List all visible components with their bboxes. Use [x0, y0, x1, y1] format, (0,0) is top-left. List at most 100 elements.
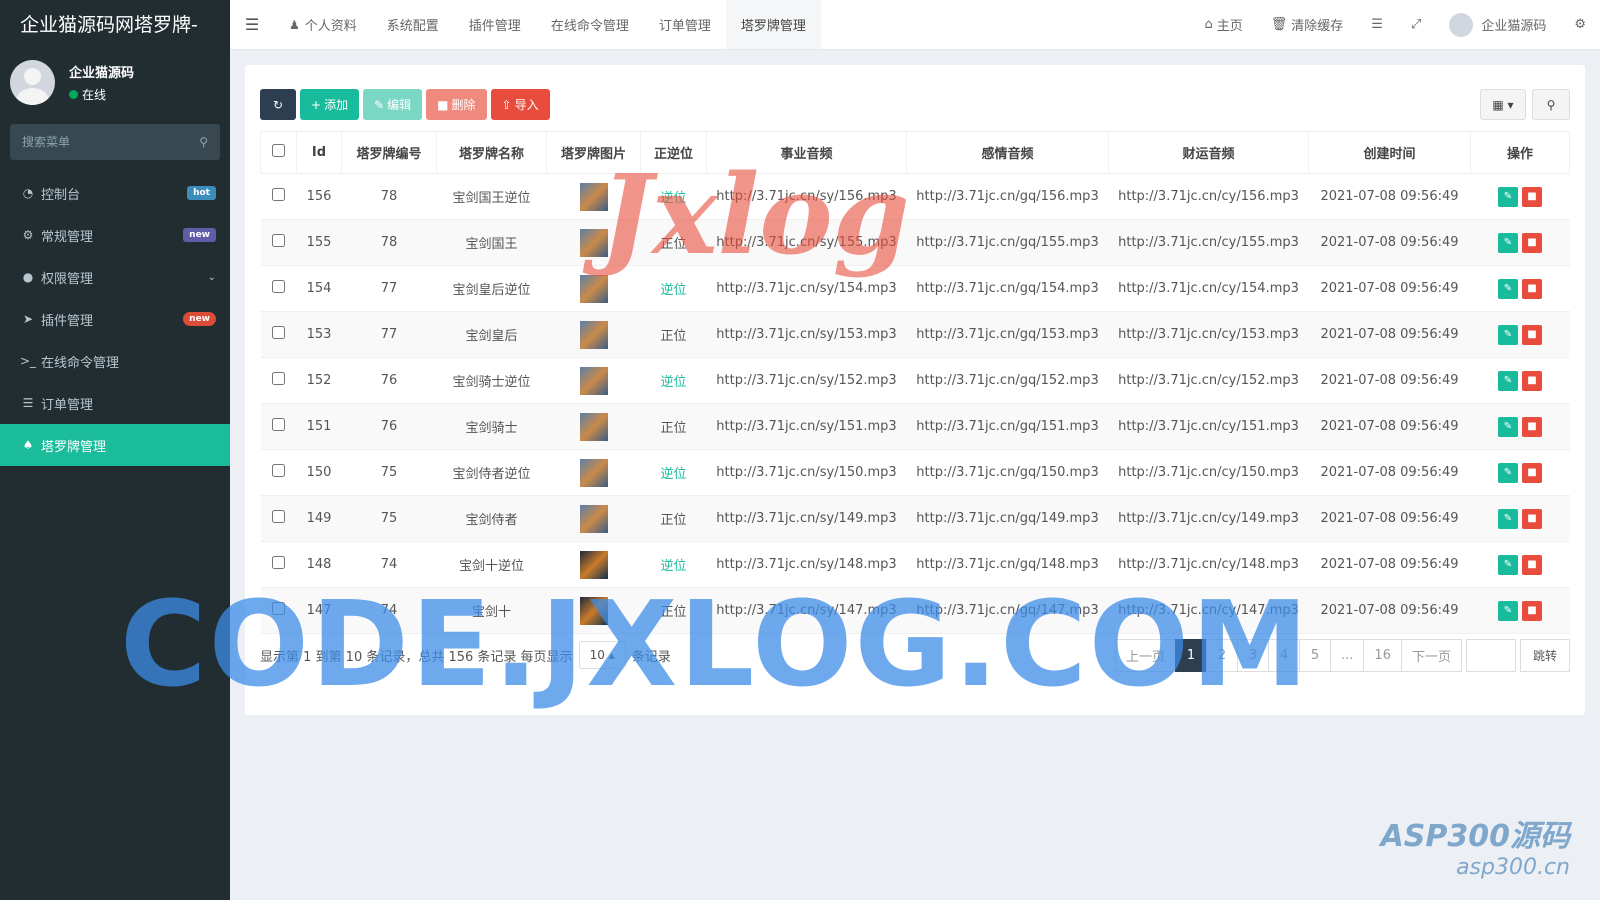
sidebar-item-orders[interactable]: ☰ 订单管理 — [0, 382, 230, 424]
sidebar-item-general[interactable]: ⚙ 常规管理 new — [0, 214, 230, 256]
account-menu[interactable]: 企业猫源码 — [1435, 0, 1560, 49]
row-edit-button[interactable]: ✎ — [1498, 554, 1518, 575]
table-row[interactable]: 150 75 宝剑侍者逆位 逆位 http://3.71jc.cn/sy/150.mp3… — [260, 449, 1570, 496]
next-page-button[interactable]: 下一页 — [1400, 639, 1462, 672]
page-2-button[interactable]: 2 — [1206, 639, 1239, 672]
col-position[interactable]: 正逆位 — [640, 131, 707, 174]
page-5-button[interactable]: 5 — [1299, 639, 1332, 672]
row-delete-button[interactable]: ■ — [1522, 324, 1542, 345]
sidebar-item-tarot[interactable]: ♠ 塔罗牌管理 — [0, 424, 230, 466]
table-row[interactable]: 154 77 宝剑皇后逆位 逆位 http://3.71jc.cn/sy/154.mp3… — [260, 265, 1570, 312]
row-delete-button[interactable]: ■ — [1522, 370, 1542, 391]
row-edit-button[interactable]: ✎ — [1498, 508, 1518, 529]
row-delete-button[interactable]: ■ — [1522, 416, 1542, 437]
tab-command[interactable]: 在线命令管理 — [536, 0, 644, 49]
row-checkbox[interactable] — [272, 418, 285, 431]
card-thumbnail[interactable] — [579, 504, 608, 533]
card-thumbnail[interactable] — [579, 320, 608, 349]
row-checkbox[interactable] — [272, 326, 285, 339]
row-edit-button[interactable]: ✎ — [1498, 462, 1518, 483]
col-name[interactable]: 塔罗牌名称 — [436, 131, 547, 174]
prev-page-button[interactable]: 上一页 — [1115, 639, 1177, 672]
col-number[interactable]: 塔罗牌编号 — [341, 131, 437, 174]
col-id[interactable]: Id — [296, 131, 342, 174]
sidebar-item-addons[interactable]: ➤ 插件管理 new — [0, 298, 230, 340]
card-thumbnail[interactable] — [579, 596, 608, 625]
row-checkbox[interactable] — [272, 188, 285, 201]
table-row[interactable]: 153 77 宝剑皇后 正位 http://3.71jc.cn/sy/153.mp3 ht… — [260, 311, 1570, 358]
page-1-button[interactable]: 1 — [1175, 639, 1208, 672]
row-checkbox[interactable] — [272, 602, 285, 615]
table-row[interactable]: 151 76 宝剑骑士 正位 http://3.71jc.cn/sy/151.mp3 ht… — [260, 403, 1570, 450]
select-all-checkbox[interactable] — [272, 144, 285, 157]
page-3-button[interactable]: 3 — [1237, 639, 1270, 672]
tab-addons[interactable]: 插件管理 — [454, 0, 536, 49]
edit-button[interactable]: ✎ 编辑 — [363, 89, 423, 120]
card-thumbnail[interactable] — [579, 550, 608, 579]
language-icon[interactable]: ☰ — [1357, 0, 1397, 49]
row-checkbox[interactable] — [272, 464, 285, 477]
row-edit-button[interactable]: ✎ — [1498, 278, 1518, 299]
table-row[interactable]: 152 76 宝剑骑士逆位 逆位 http://3.71jc.cn/sy/152.mp3… — [260, 357, 1570, 404]
jump-page-input[interactable] — [1465, 639, 1516, 672]
card-thumbnail[interactable] — [579, 228, 608, 257]
table-row[interactable]: 148 74 宝剑十逆位 逆位 http://3.71jc.cn/sy/148.mp3 h… — [260, 541, 1570, 588]
search-button[interactable]: ⚲ — [1532, 89, 1570, 120]
settings-icon[interactable]: ⚙ — [1560, 0, 1600, 49]
tab-orders[interactable]: 订单管理 — [644, 0, 726, 49]
menu-toggle-icon[interactable]: ☰ — [230, 0, 274, 49]
tab-tarot[interactable]: 塔罗牌管理 — [725, 0, 821, 49]
col-created[interactable]: 创建时间 — [1308, 131, 1471, 174]
page-16-button[interactable]: 16 — [1363, 639, 1402, 672]
search-icon[interactable]: ⚲ — [199, 135, 208, 149]
card-thumbnail[interactable] — [579, 458, 608, 487]
row-edit-button[interactable]: ✎ — [1498, 186, 1518, 207]
jump-button[interactable]: 跳转 — [1519, 639, 1570, 672]
card-thumbnail[interactable] — [579, 182, 608, 211]
table-row[interactable]: 149 75 宝剑侍者 正位 http://3.71jc.cn/sy/149.mp3 ht… — [260, 495, 1570, 542]
delete-button[interactable]: ■ 删除 — [426, 89, 487, 120]
table-row[interactable]: 155 78 宝剑国王 正位 http://3.71jc.cn/sy/155.mp3 ht… — [260, 219, 1570, 266]
tab-profile[interactable]: ♟ 个人资料 — [274, 0, 372, 49]
sidebar-item-command[interactable]: >_ 在线命令管理 — [0, 340, 230, 382]
row-delete-button[interactable]: ■ — [1522, 508, 1542, 529]
table-row[interactable]: 156 78 宝剑国王逆位 逆位 http://3.71jc.cn/sy/156.mp3… — [260, 173, 1570, 220]
card-thumbnail[interactable] — [579, 366, 608, 395]
sidebar-item-dashboard[interactable]: ◔ 控制台 hot — [0, 172, 230, 214]
page-size-dropdown[interactable]: 10 ▴ — [578, 641, 626, 669]
row-delete-button[interactable]: ■ — [1522, 600, 1542, 621]
row-checkbox[interactable] — [272, 556, 285, 569]
col-career-audio[interactable]: 事业音频 — [706, 131, 907, 174]
columns-toggle-button[interactable]: ▦ ▾ — [1480, 89, 1526, 120]
brand-title[interactable]: 企业猫源码网塔罗牌- — [0, 0, 230, 50]
menu-search-input[interactable] — [22, 135, 200, 149]
row-edit-button[interactable]: ✎ — [1498, 370, 1518, 391]
row-checkbox[interactable] — [272, 234, 285, 247]
add-button[interactable]: + 添加 — [300, 89, 360, 120]
import-button[interactable]: ⇧ 导入 — [490, 89, 550, 120]
table-row[interactable]: 147 74 宝剑十 正位 http://3.71jc.cn/sy/147.mp3 htt… — [260, 587, 1570, 634]
row-edit-button[interactable]: ✎ — [1498, 416, 1518, 437]
row-delete-button[interactable]: ■ — [1522, 462, 1542, 483]
row-edit-button[interactable]: ✎ — [1498, 600, 1518, 621]
tab-config[interactable]: 系统配置 — [372, 0, 454, 49]
col-love-audio[interactable]: 感情音频 — [906, 131, 1109, 174]
card-thumbnail[interactable] — [579, 412, 608, 441]
row-checkbox[interactable] — [272, 280, 285, 293]
home-link[interactable]: ⌂ 主页 — [1190, 0, 1256, 49]
row-delete-button[interactable]: ■ — [1522, 232, 1542, 253]
card-thumbnail[interactable] — [579, 274, 608, 303]
col-wealth-audio[interactable]: 财运音频 — [1108, 131, 1309, 174]
row-delete-button[interactable]: ■ — [1522, 186, 1542, 207]
row-edit-button[interactable]: ✎ — [1498, 232, 1518, 253]
row-checkbox[interactable] — [272, 510, 285, 523]
sidebar-item-auth[interactable]: ● 权限管理 ⌄ — [0, 256, 230, 298]
fullscreen-icon[interactable]: ⤢ — [1397, 0, 1435, 49]
col-image[interactable]: 塔罗牌图片 — [546, 131, 641, 174]
row-checkbox[interactable] — [272, 372, 285, 385]
refresh-button[interactable]: ↻ — [260, 89, 296, 120]
row-delete-button[interactable]: ■ — [1522, 554, 1542, 575]
row-edit-button[interactable]: ✎ — [1498, 324, 1518, 345]
page-4-button[interactable]: 4 — [1268, 639, 1301, 672]
row-delete-button[interactable]: ■ — [1522, 278, 1542, 299]
